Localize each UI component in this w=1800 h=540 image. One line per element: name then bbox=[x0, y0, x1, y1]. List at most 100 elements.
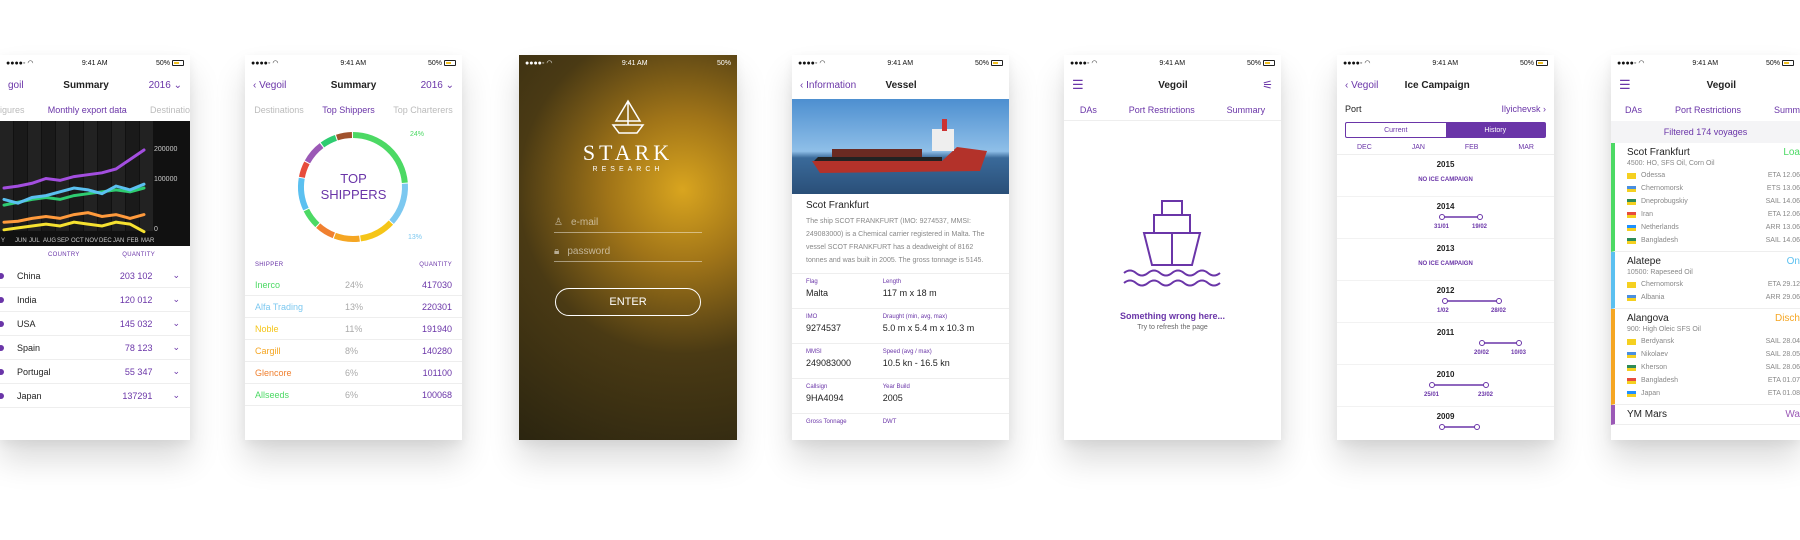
status-dot bbox=[0, 296, 4, 303]
shipper-percent: 6% bbox=[345, 389, 359, 400]
port-name: Berdyansk bbox=[1641, 338, 1675, 345]
tab-destinations[interactable]: Destinations bbox=[254, 105, 304, 115]
table-row[interactable]: Noble 11% 191940 bbox=[245, 318, 462, 340]
tab-das[interactable]: DAs bbox=[1625, 105, 1642, 115]
vessel-field: Draught (min, avg, max) 5.0 m x 5.4 m x 1… bbox=[883, 314, 995, 338]
flag-icon bbox=[1627, 364, 1636, 371]
voyage-card[interactable]: Alangova Disch 900: High Oleic SFS Oil Berd… bbox=[1611, 309, 1800, 405]
port-line: Bangladesh SAIL 14.06 bbox=[1627, 234, 1800, 247]
y-tick-label: 0 bbox=[154, 226, 158, 233]
table-row[interactable]: Glencore 6% 101100 bbox=[245, 362, 462, 384]
chevron-left-icon: ‹ bbox=[253, 79, 257, 91]
shipper-name: Inerco bbox=[255, 279, 281, 290]
period-end-date: 19/02 bbox=[1472, 224, 1488, 230]
segment-current[interactable]: Current bbox=[1346, 123, 1446, 137]
table-row[interactable]: India 120 012 ⌄ bbox=[0, 288, 190, 312]
donut-slice bbox=[320, 135, 338, 148]
table-row[interactable]: China 203 102 ⌄ bbox=[0, 264, 190, 288]
tab-summary[interactable]: Summary bbox=[1227, 105, 1266, 115]
port-line: Dneprobugskiy SAIL 14.06 bbox=[1627, 195, 1800, 208]
donut-title-line1: TOP bbox=[340, 171, 367, 186]
x-tick-label: NOV bbox=[85, 238, 98, 244]
table-row[interactable]: Allseeds 6% 100068 bbox=[245, 384, 462, 406]
status-dot bbox=[0, 272, 4, 279]
shipper-quantity: 101100 bbox=[422, 367, 452, 378]
port-line: Berdyansk SAIL 28.04 bbox=[1627, 335, 1800, 348]
port-name: Chernomorsk bbox=[1641, 281, 1684, 288]
year-select[interactable]: 2016 bbox=[149, 80, 171, 91]
screen-top-shippers: ●●●●◦ ◠ 9:41 AM 50% ‹ Vegoil Summary 2016 ⌄ … bbox=[245, 55, 462, 440]
filter-icon[interactable]: ⚟ bbox=[1262, 78, 1273, 92]
shipper-percent: 24% bbox=[345, 279, 364, 290]
battery-text: 50% bbox=[716, 59, 731, 67]
field-value: 249083000 bbox=[806, 358, 852, 368]
status-dot bbox=[0, 368, 4, 375]
field-value: 117 m x 18 m bbox=[882, 288, 937, 298]
segment-history[interactable]: History bbox=[1445, 123, 1545, 137]
battery-text: 50% bbox=[427, 59, 442, 67]
tab-monthly-export[interactable]: Monthly export data bbox=[48, 105, 127, 115]
back-button[interactable]: Vegoil bbox=[259, 80, 286, 91]
port-line: Bangladesh ETA 01.07 bbox=[1627, 374, 1800, 387]
port-eta: ETA 12.06 bbox=[1767, 211, 1800, 218]
port-row[interactable]: Port Ilyichevsk › bbox=[1337, 99, 1554, 119]
filter-summary[interactable]: Filtered 174 voyages bbox=[1611, 121, 1800, 143]
period-end-date: 28/02 bbox=[1491, 308, 1507, 314]
page-title: Vegoil bbox=[1706, 79, 1737, 91]
voyage-header: Alatepe On bbox=[1627, 256, 1800, 267]
year-select[interactable]: 2016 bbox=[421, 80, 443, 91]
column-shipper: SHIPPER bbox=[255, 262, 284, 268]
port-line: Kherson SAIL 28.06 bbox=[1627, 361, 1800, 374]
field-value: 9HA4094 bbox=[806, 393, 844, 403]
shipper-percent: 6% bbox=[345, 367, 359, 378]
voyage-card[interactable]: Scot Frankfurt Loa 4500: HO, SFS Oil, Corn… bbox=[1611, 143, 1800, 252]
port-eta: SAIL 14.06 bbox=[1765, 237, 1800, 244]
table-row[interactable]: Alfa Trading 13% 220301 bbox=[245, 296, 462, 318]
tab-port-restrictions[interactable]: Port Restrictions bbox=[1675, 105, 1741, 115]
tab-das[interactable]: DAs bbox=[1080, 105, 1097, 115]
tab-top-charterers[interactable]: Top Charterers bbox=[393, 105, 453, 115]
tab-summary[interactable]: Summ bbox=[1774, 105, 1800, 115]
password-field[interactable]: 🔒︎ password bbox=[554, 242, 702, 262]
flag-icon bbox=[1627, 377, 1636, 384]
tab-port-restrictions[interactable]: Port Restrictions bbox=[1129, 105, 1195, 115]
period-end-date: 10/03 bbox=[1511, 350, 1527, 356]
status-time: 9:41 AM bbox=[1692, 59, 1719, 67]
country-name: Spain bbox=[17, 342, 41, 353]
flag-icon bbox=[1627, 211, 1636, 218]
port-name: Odessa bbox=[1641, 172, 1666, 179]
chevron-left-icon: ‹ bbox=[1345, 79, 1349, 91]
chevron-down-icon: ⌄ bbox=[172, 294, 180, 304]
hamburger-menu-icon[interactable]: ☰ bbox=[1072, 77, 1084, 93]
voyage-card[interactable]: Alatepe On 10500: Rapeseed Oil Chernomorsk E… bbox=[1611, 252, 1800, 309]
page-title: Vegoil bbox=[1158, 79, 1188, 91]
field-label: Year Build bbox=[882, 384, 910, 390]
table-row[interactable]: Inerco 24% 417030 bbox=[245, 274, 462, 296]
shipper-quantity: 100068 bbox=[421, 389, 452, 400]
hamburger-menu-icon[interactable]: ☰ bbox=[1619, 77, 1631, 93]
table-row[interactable]: USA 145 032 ⌄ bbox=[0, 312, 190, 336]
table-row[interactable]: Cargill 8% 140280 bbox=[245, 340, 462, 362]
table-row[interactable]: Japan 137291 ⌄ bbox=[0, 384, 190, 408]
flag-icon bbox=[1627, 172, 1636, 179]
back-button[interactable]: goil bbox=[8, 80, 24, 91]
back-button[interactable]: Information bbox=[806, 80, 856, 91]
field-value: 10.5 kn - 16.5 kn bbox=[882, 358, 950, 368]
error-hint: Try to refresh the page bbox=[1137, 324, 1208, 331]
table-row[interactable]: Portugal 55 347 ⌄ bbox=[0, 360, 190, 384]
email-field[interactable]: ♙ e-mail bbox=[554, 213, 702, 233]
month-dec: DEC bbox=[1356, 144, 1372, 151]
vessel-description: The ship SCOT FRANKFURT (IMO: 9274537, M… bbox=[806, 218, 985, 264]
quantity-value: 55 347 bbox=[124, 366, 153, 377]
tab-destinations[interactable]: Destinatio bbox=[150, 105, 190, 115]
table-row[interactable]: Spain 78 123 ⌄ bbox=[0, 336, 190, 360]
port-line: Albania ARR 29.06 bbox=[1627, 291, 1800, 304]
tab-top-shippers[interactable]: Top Shippers bbox=[322, 105, 375, 115]
tab-figures[interactable]: igures bbox=[0, 105, 25, 115]
year-label: 2012 bbox=[1436, 286, 1455, 295]
enter-button[interactable]: ENTER bbox=[555, 288, 701, 316]
voyage-card[interactable]: YM Mars Wa bbox=[1611, 405, 1800, 425]
back-button[interactable]: Vegoil bbox=[1351, 80, 1378, 91]
stark-logo: STARK RESEARCH bbox=[519, 95, 737, 173]
flag-icon bbox=[1627, 281, 1636, 288]
